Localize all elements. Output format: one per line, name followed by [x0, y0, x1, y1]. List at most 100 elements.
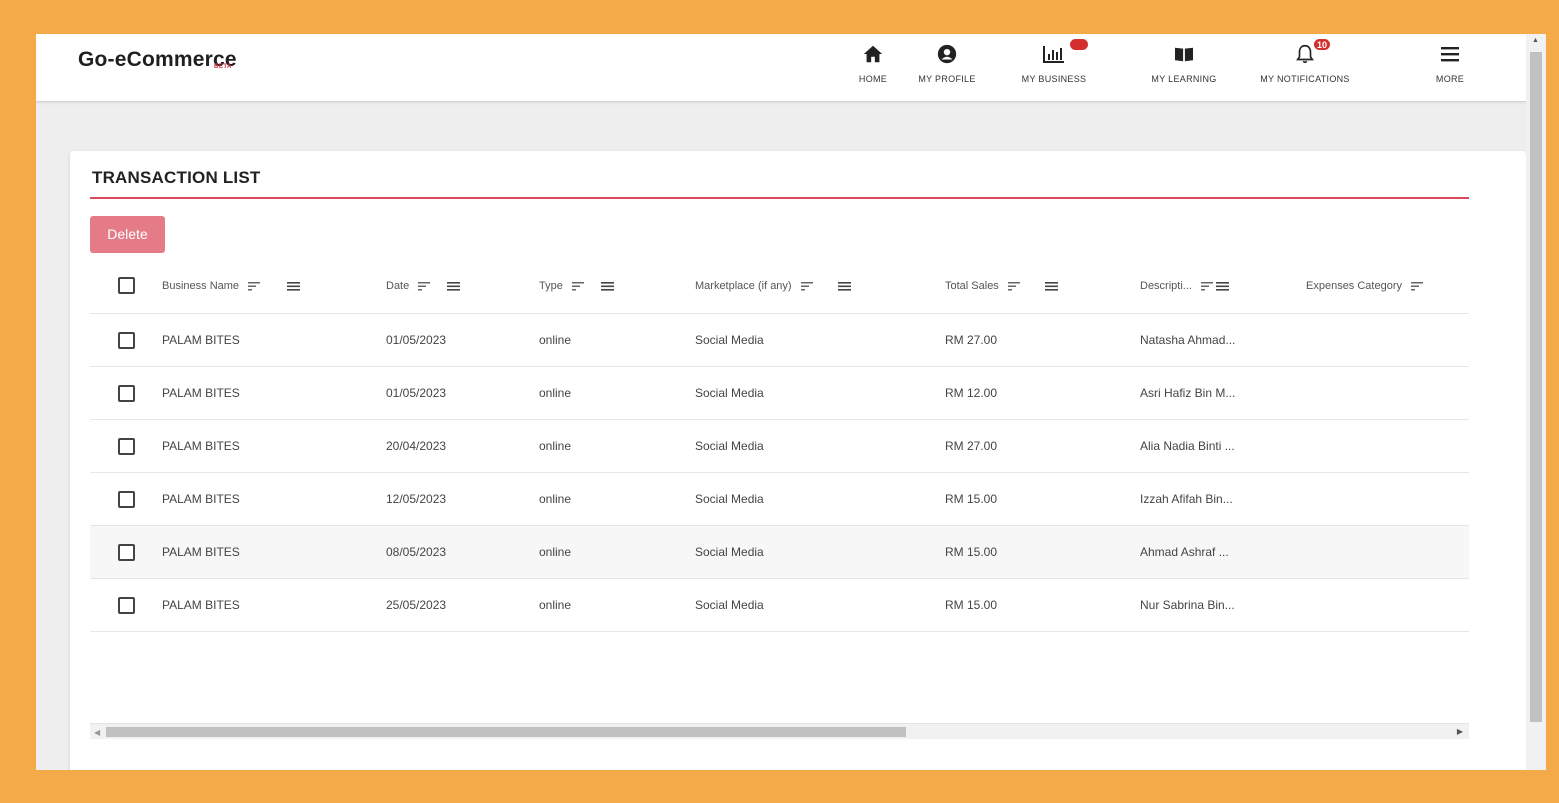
- column-header: Type: [539, 279, 563, 292]
- marketplace-cell: Social Media: [695, 492, 764, 506]
- description-cell: Alia Nadia Binti ...: [1140, 439, 1235, 453]
- title-divider: [90, 197, 1469, 199]
- nav-my-profile[interactable]: MY PROFILE: [916, 40, 978, 96]
- table-row[interactable]: PALAM BITES 20/04/2023 online Social Med…: [90, 420, 1469, 473]
- profile-icon: [936, 40, 958, 68]
- page-title: TRANSACTION LIST: [92, 168, 261, 187]
- logo[interactable]: Go-eCommerce: [78, 48, 237, 72]
- business-name-cell: PALAM BITES: [162, 545, 240, 559]
- sort-icon[interactable]: [417, 280, 431, 292]
- nav-my-learning[interactable]: MY LEARNING: [1144, 40, 1224, 96]
- row-checkbox[interactable]: [118, 543, 135, 561]
- column-menu-icon[interactable]: [287, 280, 301, 292]
- table-row[interactable]: PALAM BITES 01/05/2023 online Social Med…: [90, 314, 1469, 367]
- table-row[interactable]: PALAM BITES 08/05/2023 online Social Med…: [90, 526, 1469, 579]
- menu-icon: [1440, 40, 1460, 68]
- description-cell: Ahmad Ashraf ...: [1140, 545, 1229, 559]
- description-cell: Natasha Ahmad...: [1140, 333, 1236, 347]
- marketplace-cell: Social Media: [695, 333, 764, 347]
- total-sales-cell: RM 12.00: [945, 386, 998, 400]
- col-description[interactable]: Descripti...: [1140, 258, 1229, 313]
- sort-icon[interactable]: [571, 280, 585, 292]
- book-icon: [1173, 40, 1195, 68]
- table-row[interactable]: PALAM BITES 12/05/2023 online Social Med…: [90, 473, 1469, 526]
- col-marketplace[interactable]: Marketplace (if any): [695, 258, 851, 313]
- total-sales-cell: RM 27.00: [945, 333, 998, 347]
- description-cell: Izzah Afifah Bin...: [1140, 492, 1233, 506]
- total-sales-cell: RM 27.00: [945, 439, 998, 453]
- sort-icon[interactable]: [1200, 280, 1214, 292]
- scroll-left-arrow[interactable]: ◀: [94, 728, 100, 737]
- business-chart-icon: [1042, 37, 1090, 68]
- bell-icon: 10: [1294, 37, 1333, 68]
- col-total-sales[interactable]: Total Sales: [945, 258, 1058, 313]
- column-menu-icon[interactable]: [600, 280, 614, 292]
- date-cell: 01/05/2023: [386, 333, 447, 347]
- column-menu-icon[interactable]: [1215, 280, 1229, 292]
- beta-label: BETA: [214, 64, 232, 70]
- marketplace-cell: Social Media: [695, 386, 764, 400]
- transaction-table: Business Name Date Type Marketplace (if …: [90, 258, 1469, 632]
- business-badge: [1068, 37, 1090, 52]
- select-all-cell: [118, 258, 135, 313]
- delete-button[interactable]: Delete: [90, 216, 165, 253]
- scroll-right-arrow[interactable]: ▶: [1457, 727, 1463, 736]
- row-checkbox[interactable]: [118, 331, 135, 349]
- date-cell: 01/05/2023: [386, 386, 447, 400]
- date-cell: 12/05/2023: [386, 492, 447, 506]
- business-name-cell: PALAM BITES: [162, 598, 240, 612]
- total-sales-cell: RM 15.00: [945, 598, 998, 612]
- column-menu-icon[interactable]: [447, 280, 461, 292]
- nav-more[interactable]: MORE: [1430, 40, 1470, 96]
- description-cell: Asri Hafiz Bin M...: [1140, 386, 1236, 400]
- column-header: Date: [386, 279, 410, 292]
- select-all-checkbox[interactable]: [118, 277, 135, 294]
- total-sales-cell: RM 15.00: [945, 545, 998, 559]
- column-header: Expenses Category: [1306, 279, 1402, 292]
- nav-label: HOME: [858, 74, 888, 84]
- date-cell: 08/05/2023: [386, 545, 447, 559]
- nav-my-business[interactable]: MY BUSINESS: [1014, 37, 1094, 96]
- table-row[interactable]: PALAM BITES 25/05/2023 online Social Med…: [90, 579, 1469, 632]
- column-menu-icon[interactable]: [1044, 280, 1058, 292]
- horizontal-scrollbar[interactable]: ◀ ▶: [90, 723, 1469, 739]
- col-type[interactable]: Type: [539, 258, 614, 313]
- sort-icon[interactable]: [1410, 280, 1424, 292]
- row-checkbox[interactable]: [118, 437, 135, 455]
- scroll-up-arrow[interactable]: ▲: [1532, 37, 1539, 44]
- col-business-name[interactable]: Business Name: [162, 258, 301, 313]
- nav-my-notifications[interactable]: 10 MY NOTIFICATIONS: [1251, 37, 1359, 96]
- date-cell: 20/04/2023: [386, 439, 447, 453]
- type-cell: online: [539, 492, 572, 506]
- table-header-row: Business Name Date Type Marketplace (if …: [90, 258, 1469, 314]
- sort-icon[interactable]: [800, 280, 814, 292]
- type-cell: online: [539, 386, 572, 400]
- col-expenses-category[interactable]: Expenses Category: [1306, 258, 1424, 313]
- logo-text: Go-eCommerce: [78, 48, 237, 71]
- nav-home[interactable]: HOME: [848, 40, 898, 96]
- column-header: Marketplace (if any): [695, 279, 792, 292]
- col-date[interactable]: Date: [386, 258, 461, 313]
- description-cell: Nur Sabrina Bin...: [1140, 598, 1235, 612]
- app-window: Go-eCommerce BETA HOME MY PROFILE MY BUS…: [36, 34, 1546, 770]
- row-checkbox[interactable]: [118, 384, 135, 402]
- vertical-scrollbar[interactable]: ▲: [1526, 34, 1546, 770]
- marketplace-cell: Social Media: [695, 545, 764, 559]
- business-name-cell: PALAM BITES: [162, 492, 240, 506]
- table-row[interactable]: PALAM BITES 01/05/2023 online Social Med…: [90, 367, 1469, 420]
- type-cell: online: [539, 333, 572, 347]
- sort-icon[interactable]: [1007, 280, 1021, 292]
- business-name-cell: PALAM BITES: [162, 386, 240, 400]
- row-checkbox[interactable]: [118, 490, 135, 508]
- transaction-card: TRANSACTION LIST Delete Business Name Da…: [70, 151, 1526, 770]
- horizontal-scroll-thumb[interactable]: [106, 727, 906, 737]
- date-cell: 25/05/2023: [386, 598, 447, 612]
- notifications-badge: 10: [1312, 37, 1333, 52]
- vertical-scroll-thumb[interactable]: [1530, 52, 1542, 722]
- type-cell: online: [539, 439, 572, 453]
- row-checkbox[interactable]: [118, 596, 135, 614]
- column-menu-icon[interactable]: [837, 280, 851, 292]
- sort-icon[interactable]: [247, 280, 261, 292]
- top-navbar: Go-eCommerce BETA HOME MY PROFILE MY BUS…: [36, 34, 1526, 102]
- nav-label: MORE: [1435, 74, 1465, 84]
